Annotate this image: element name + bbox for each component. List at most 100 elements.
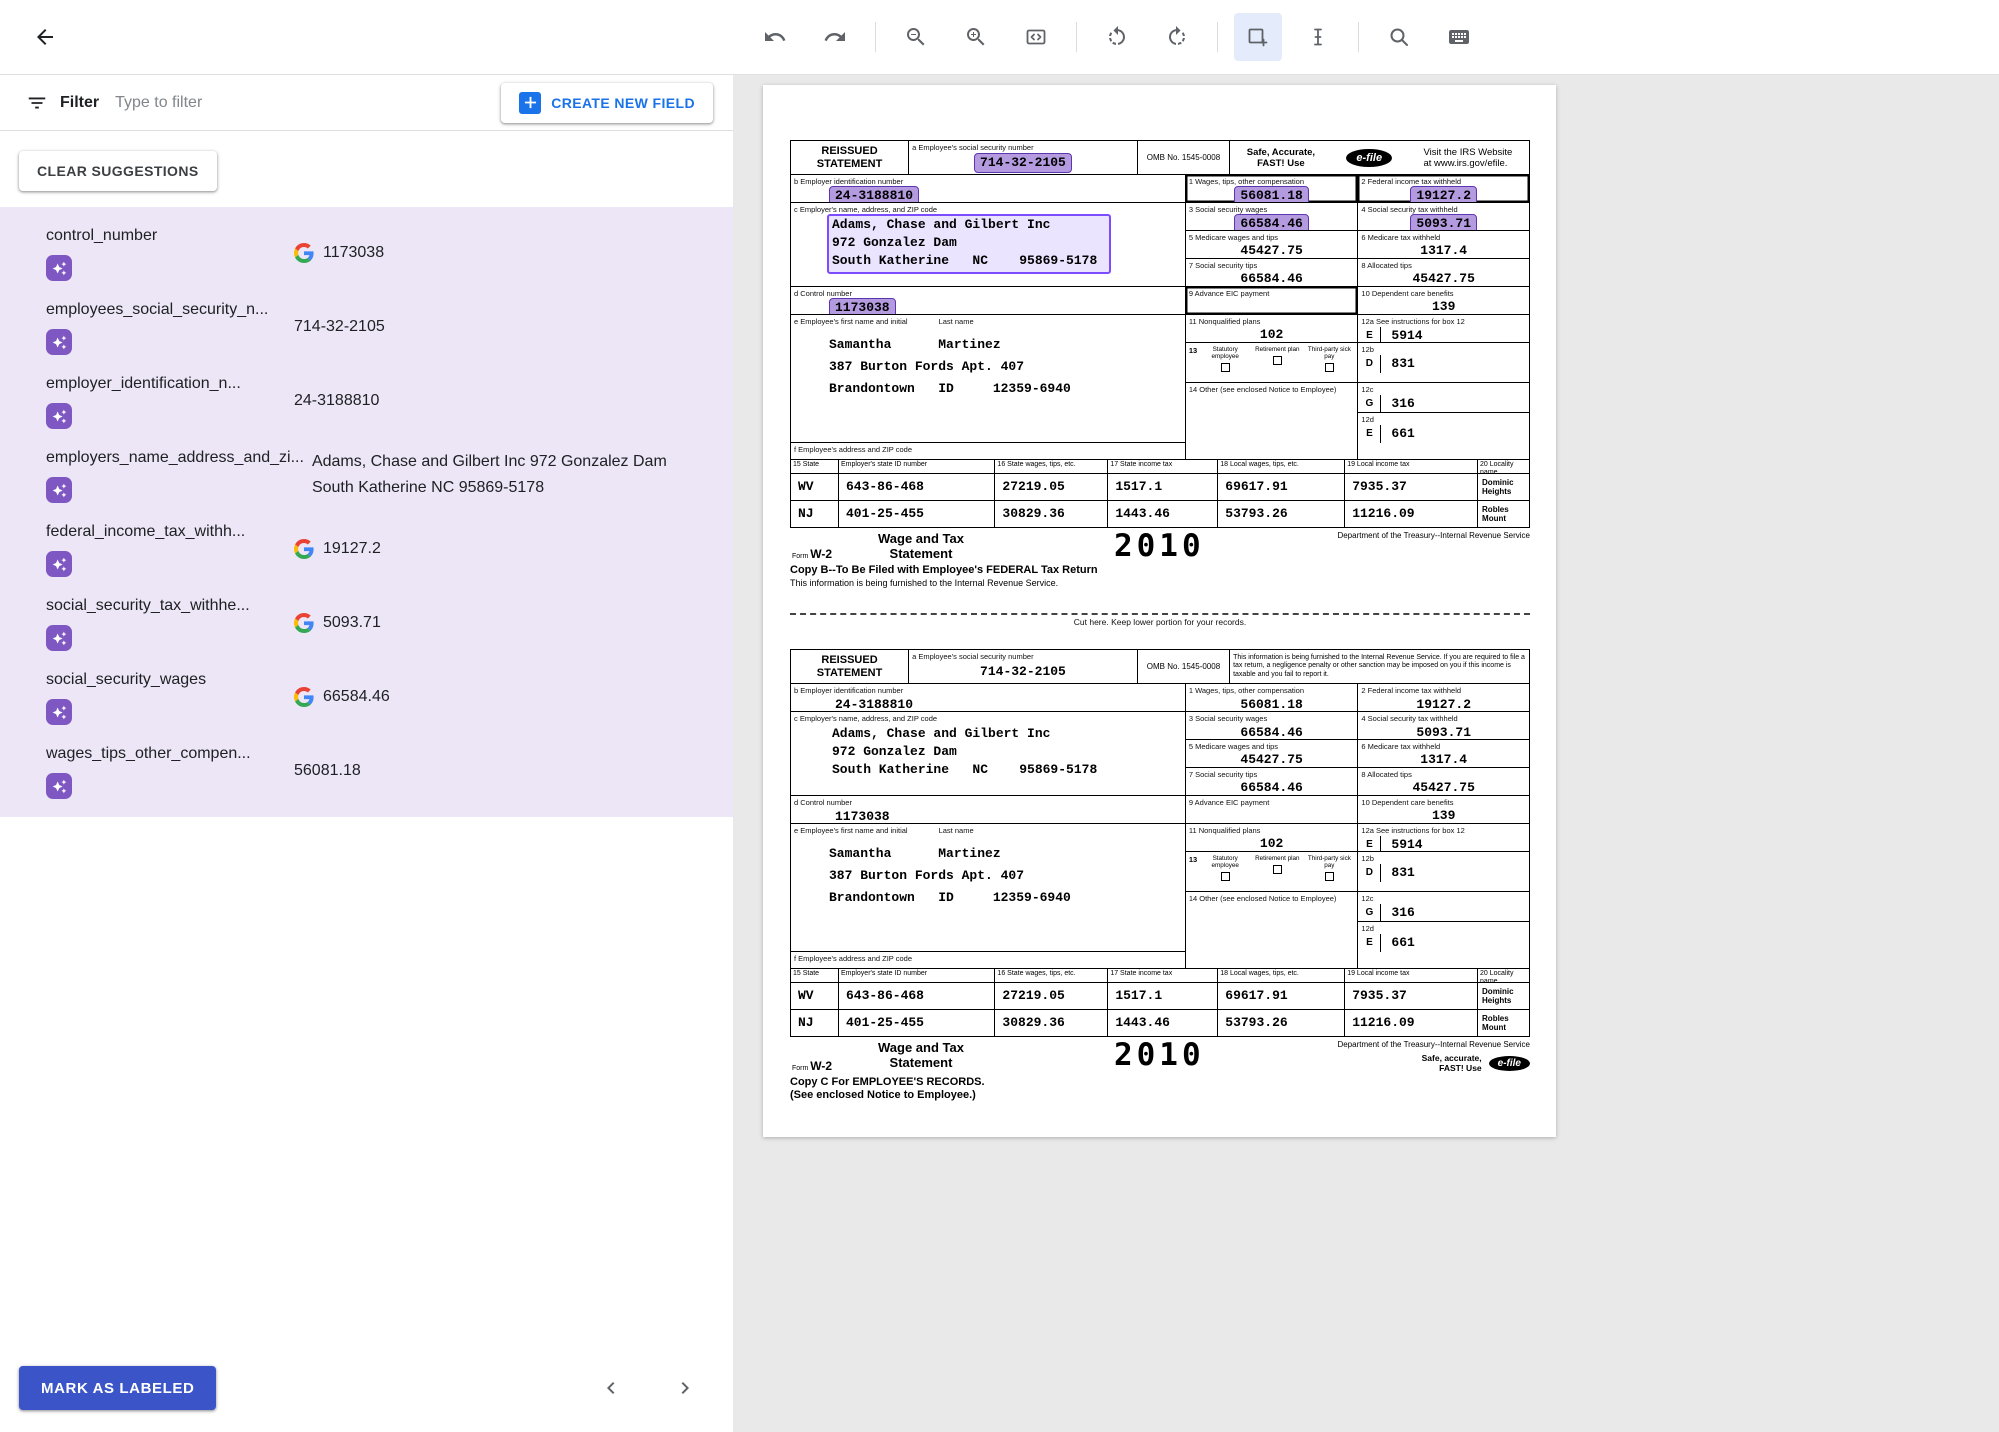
- w2-copy-b: REISSUEDSTATEMENT a Employee's social se…: [790, 140, 1530, 589]
- ss-wages-annotation[interactable]: 66584.46: [1234, 723, 1308, 740]
- employee-address-1: 387 Burton Fords Apt. 407: [829, 867, 1185, 885]
- auto-suggest-icon[interactable]: [46, 403, 72, 429]
- rotate-right-button[interactable]: [1153, 13, 1201, 61]
- box-12c: 12c G316: [1357, 383, 1529, 413]
- field-row[interactable]: employer_identification_n... 24-3188810: [0, 363, 733, 437]
- field-row[interactable]: social_security_tax_withhe... 5093.71: [0, 585, 733, 659]
- next-document-button[interactable]: [665, 1368, 705, 1408]
- auto-suggest-icon[interactable]: [46, 477, 72, 503]
- state-row: WV 643-86-468 27219.05 1517.1 69617.91 7…: [791, 473, 1529, 500]
- rotate-left-icon: [1105, 25, 1129, 49]
- treasury-text: Department of the Treasury--Internal Rev…: [1337, 531, 1530, 540]
- ein-annotation[interactable]: 24-3188810: [829, 695, 919, 712]
- filter-input[interactable]: [115, 94, 501, 112]
- search-button[interactable]: [1375, 13, 1423, 61]
- statutory-employee-checkbox[interactable]: [1221, 872, 1230, 881]
- control-number-annotation[interactable]: 1173038: [829, 298, 896, 315]
- filter-label: Filter: [60, 94, 99, 112]
- box-3-ss-wages: 3 Social security wages 66584.46: [1186, 203, 1358, 231]
- third-party-sick-pay-checkbox[interactable]: [1325, 363, 1334, 372]
- zoom-in-button[interactable]: [952, 13, 1000, 61]
- auto-suggest-icon[interactable]: [46, 255, 72, 281]
- field-row[interactable]: federal_income_tax_withh... 19127.2: [0, 511, 733, 585]
- third-party-sick-pay-checkbox[interactable]: [1325, 872, 1334, 881]
- text-select-button[interactable]: [1294, 13, 1342, 61]
- efile-logo: e-file: [1346, 149, 1392, 167]
- employer-annotation[interactable]: Adams, Chase and Gilbert Inc 972 Gonzale…: [827, 214, 1111, 274]
- prev-icon: [599, 1376, 623, 1400]
- ein-annotation[interactable]: 24-3188810: [829, 186, 919, 203]
- ss-tax-annotation[interactable]: 5093.71: [1410, 723, 1477, 740]
- google-icon: [294, 613, 314, 633]
- box-7-ss-tips: 7 Social security tips 66584.46: [1186, 768, 1358, 796]
- form-number: Form W-2: [790, 1059, 878, 1073]
- retirement-plan-checkbox[interactable]: [1273, 865, 1282, 874]
- copy-c-notes: Copy C For EMPLOYEE'S RECORDS. (See encl…: [790, 1076, 1530, 1102]
- auto-suggest-icon[interactable]: [46, 773, 72, 799]
- box-1-wages: 1 Wages, tips, other compensation 56081.…: [1186, 684, 1358, 712]
- code-view-button[interactable]: [1012, 13, 1060, 61]
- zoom-out-button[interactable]: [892, 13, 940, 61]
- zoom-in-icon: [964, 25, 988, 49]
- field-row[interactable]: employees_social_security_n... 714-32-21…: [0, 289, 733, 363]
- box-12a: 12a See instructions for box 12 E5914: [1357, 315, 1529, 343]
- undo-button[interactable]: [751, 13, 799, 61]
- redo-button[interactable]: [811, 13, 859, 61]
- box-14-other: 14 Other (see enclosed Notice to Employe…: [1186, 383, 1358, 459]
- box-11-nonqualified: 11 Nonqualified plans 102: [1186, 824, 1358, 852]
- wages-annotation[interactable]: 56081.18: [1234, 186, 1308, 203]
- field-name: employees_social_security_n...: [46, 299, 286, 321]
- field-row[interactable]: employers_name_address_and_zi... Adams, …: [0, 437, 733, 511]
- field-row[interactable]: social_security_wages 66584.46: [0, 659, 733, 733]
- create-new-field-button[interactable]: CREATE NEW FIELD: [501, 83, 713, 123]
- field-value: 714-32-2105: [294, 314, 385, 340]
- box-10-dependent-care: 10 Dependent care benefits 139: [1357, 287, 1529, 315]
- retirement-plan-checkbox[interactable]: [1273, 356, 1282, 365]
- suggestions-list: control_number 1173038 employees_social_…: [0, 207, 733, 817]
- box-f-address: f Employee's address and ZIP code: [791, 443, 1185, 459]
- box-13-checkboxes: 13 Statutory employee Retirement plan Th…: [1186, 852, 1358, 892]
- rotate-left-button[interactable]: [1093, 13, 1141, 61]
- field-name: control_number: [46, 225, 286, 247]
- box-1-wages: 1 Wages, tips, other compensation 56081.…: [1186, 175, 1358, 203]
- field-row[interactable]: wages_tips_other_compen... 56081.18: [0, 733, 733, 807]
- keyboard-shortcuts-button[interactable]: [1435, 13, 1483, 61]
- auto-suggest-icon[interactable]: [46, 625, 72, 651]
- redo-icon: [823, 25, 847, 49]
- ssn-annotation[interactable]: 714-32-2105: [974, 662, 1072, 682]
- treasury-text: Department of the Treasury--Internal Rev…: [1337, 1040, 1530, 1049]
- box-7-ss-tips: 7 Social security tips 66584.46: [1186, 259, 1358, 287]
- toolbar-separator: [875, 22, 876, 52]
- field-value: 19127.2: [323, 536, 381, 562]
- draw-bounding-box-button[interactable]: [1234, 13, 1282, 61]
- box-4-ss-tax: 4 Social security tax withheld 5093.71: [1357, 712, 1529, 740]
- document-canvas[interactable]: REISSUEDSTATEMENT a Employee's social se…: [733, 75, 1999, 1432]
- form-footer: Form W-2 Wage and TaxStatement 2010 Depa…: [790, 1037, 1530, 1073]
- state-table-header: 15 State Employer's state ID number 16 S…: [791, 968, 1529, 982]
- federal-tax-annotation[interactable]: 19127.2: [1410, 695, 1477, 712]
- employer-annotation[interactable]: Adams, Chase and Gilbert Inc 972 Gonzale…: [827, 723, 1111, 783]
- control-number-annotation[interactable]: 1173038: [829, 807, 896, 824]
- box-8-allocated-tips: 8 Allocated tips 45427.75: [1357, 768, 1529, 796]
- back-button[interactable]: [25, 17, 65, 57]
- field-name: federal_income_tax_withh...: [46, 521, 286, 543]
- clear-suggestions-button[interactable]: CLEAR SUGGESTIONS: [19, 151, 217, 191]
- box-9-advance-eic: 9 Advance EIC payment: [1186, 287, 1358, 315]
- wages-annotation[interactable]: 56081.18: [1234, 695, 1308, 712]
- auto-suggest-icon[interactable]: [46, 551, 72, 577]
- field-name: social_security_wages: [46, 669, 286, 691]
- document-viewer: REISSUEDSTATEMENT a Employee's social se…: [733, 0, 1999, 1432]
- previous-document-button[interactable]: [591, 1368, 631, 1408]
- auto-suggest-icon[interactable]: [46, 329, 72, 355]
- annotation-panel: Filter CREATE NEW FIELD CLEAR SUGGESTION…: [0, 0, 733, 1432]
- ss-wages-annotation[interactable]: 66584.46: [1234, 214, 1308, 231]
- federal-tax-annotation[interactable]: 19127.2: [1410, 186, 1477, 203]
- ss-tax-annotation[interactable]: 5093.71: [1410, 214, 1477, 231]
- field-row[interactable]: control_number 1173038: [0, 215, 733, 289]
- auto-suggest-icon[interactable]: [46, 699, 72, 725]
- ssn-annotation[interactable]: 714-32-2105: [974, 153, 1072, 173]
- statutory-employee-checkbox[interactable]: [1221, 363, 1230, 372]
- field-name: employer_identification_n...: [46, 373, 286, 395]
- employee-address-2: Brandontown ID 12359-6940: [829, 380, 1185, 398]
- mark-as-labeled-button[interactable]: MARK AS LABELED: [19, 1366, 216, 1410]
